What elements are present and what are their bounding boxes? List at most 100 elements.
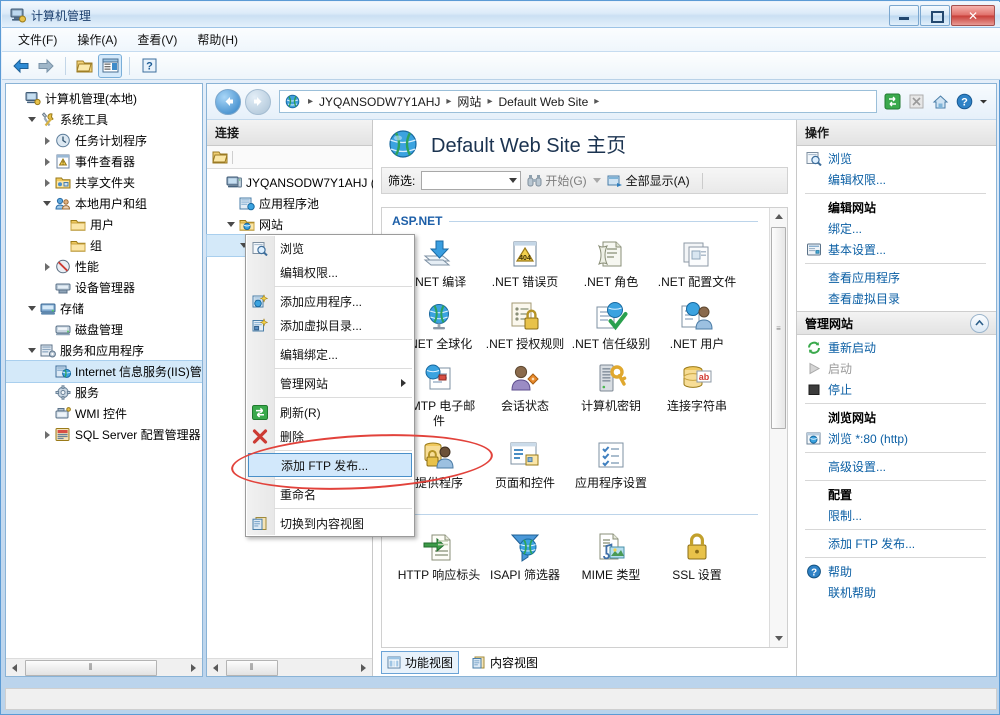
breadcrumb[interactable]: ▸ JYQANSODW7Y1AHJ ▸ 网站 ▸ Default Web Sit… [279,90,877,113]
console-tree-item[interactable]: 存储 [6,298,202,319]
action-item[interactable]: 基本设置... [797,239,996,260]
expand-arrow-icon[interactable] [40,151,54,172]
feature-tile[interactable]: ISAPI 筛选器 [482,525,568,587]
action-item[interactable]: 重新启动 [797,337,996,358]
show-all-button[interactable]: 全部显示(A) [607,172,690,189]
menu-view[interactable]: 查看(V) [127,28,187,51]
menu-action[interactable]: 操作(A) [67,28,127,51]
console-tree-item[interactable]: WMI 控件 [6,403,202,424]
expand-arrow-icon[interactable] [40,256,54,277]
context-menu-item[interactable]: 编辑绑定... [246,342,414,366]
context-menu-item[interactable]: 切换到内容视图 [246,511,414,535]
console-tree-item[interactable]: 用户 [6,214,202,235]
feature-tile[interactable]: 计算机密钥 [568,356,654,433]
minimize-button[interactable] [889,5,919,26]
feature-tile[interactable]: 会话状态 [482,356,568,433]
feature-tile[interactable]: .NET 用户 [654,294,740,356]
back-button[interactable] [215,88,241,115]
action-item[interactable]: 浏览 [797,148,996,169]
feature-tile[interactable]: MIME 类型 [568,525,654,587]
feature-tile[interactable]: .NET 角色 [568,232,654,294]
properties-icon[interactable] [74,55,96,77]
connections-tree-item[interactable]: 网站 [207,214,372,235]
connections-tree-item[interactable]: JYQANSODW7Y1AHJ (JY [207,172,389,193]
console-tree-item[interactable]: 本地用户和组 [6,193,202,214]
expand-arrow-icon[interactable] [40,424,54,445]
filter-input[interactable] [421,171,522,190]
maximize-button[interactable] [920,5,950,26]
action-item[interactable]: 浏览 *:80 (http) [797,428,996,449]
context-menu-item[interactable]: 添加 FTP 发布... [248,453,412,477]
close-button[interactable]: ✕ [951,5,995,26]
console-tree-hscrollbar[interactable]: ⦀ [6,658,202,676]
context-menu-item[interactable]: 刷新(R) [246,400,414,424]
feature-tile[interactable]: ab 连接字符串 [654,356,740,433]
console-tree-item[interactable]: 磁盘管理 [6,319,202,340]
console-tree-item[interactable]: 性能 [6,256,202,277]
collapse-arrow-icon[interactable] [25,340,39,361]
collapse-arrow-icon[interactable] [40,193,54,214]
menu-help[interactable]: 帮助(H) [187,28,248,51]
action-item[interactable]: 编辑权限... [797,169,996,190]
feature-tile[interactable]: SSL 设置 [654,525,740,587]
stop-icon[interactable] [907,92,926,111]
console-tree-item[interactable]: 服务 [6,382,202,403]
context-menu-item[interactable]: 添加虚拟目录... [246,313,414,337]
chevron-up-icon[interactable] [970,313,989,333]
action-item[interactable]: 高级设置... [797,456,996,477]
scroll-right-icon[interactable] [185,660,202,675]
action-item[interactable]: 添加 FTP 发布... [797,533,996,554]
scroll-right-icon[interactable] [355,660,372,675]
back-icon[interactable] [10,55,32,77]
context-menu-item[interactable]: 重命名 [246,482,414,506]
context-menu-item[interactable]: 添加应用程序... [246,289,414,313]
feature-tile[interactable]: 页面和控件 [482,433,568,495]
connections-hscrollbar[interactable]: ⦀ [207,658,372,676]
context-menu-item[interactable]: 删除 [246,424,414,448]
scroll-up-icon[interactable] [770,208,787,225]
show-hide-console-tree-icon[interactable] [98,53,122,78]
refresh-icon[interactable] [883,92,902,111]
console-tree-item[interactable]: Internet 信息服务(IIS)管 [6,360,202,383]
breadcrumb-sites[interactable]: 网站 [455,93,483,110]
breadcrumb-site[interactable]: Default Web Site [496,95,590,109]
home-icon[interactable] [931,92,950,111]
console-tree-item[interactable]: 事件查看器 [6,151,202,172]
hscroll-thumb[interactable]: ⦀ [226,659,278,676]
action-item[interactable]: 限制... [797,505,996,526]
hscroll-thumb[interactable]: ⦀ [25,659,157,676]
collapse-arrow-icon[interactable] [25,109,39,130]
tab-content-view[interactable]: 内容视图 [467,652,543,673]
connect-icon[interactable] [212,150,228,165]
menu-file[interactable]: 文件(F) [8,28,67,51]
features-vscrollbar[interactable]: ≡ [769,208,787,647]
forward-button[interactable] [245,88,271,115]
scroll-left-icon[interactable] [207,660,224,675]
console-tree-item[interactable]: 共享文件夹 [6,172,202,193]
context-menu-item[interactable]: 浏览 [246,236,414,260]
action-item[interactable]: 联机帮助 [797,582,996,603]
expand-arrow-icon[interactable] [40,130,54,151]
console-tree-item[interactable]: 系统工具 [6,109,202,130]
filter-go-button[interactable]: 开始(G) [527,172,587,189]
vscroll-thumb[interactable]: ≡ [771,227,786,429]
connections-tree-item[interactable]: 应用程序池 [207,193,372,214]
context-menu-item[interactable]: 编辑权限... [246,260,414,284]
scroll-down-icon[interactable] [770,630,787,647]
tab-features-view[interactable]: 功能视图 [381,650,460,674]
action-item[interactable]: 停止 [797,379,996,400]
collapse-arrow-icon[interactable] [25,298,39,319]
filter-go-dropdown-icon[interactable] [592,178,601,183]
help-icon[interactable]: ? [955,92,974,111]
console-tree-item[interactable]: 组 [6,235,202,256]
console-tree-item[interactable]: 设备管理器 [6,277,202,298]
feature-tile[interactable]: 应用程序设置 [568,433,654,495]
feature-tile[interactable]: .NET 信任级别 [568,294,654,356]
action-item[interactable]: 绑定... [797,218,996,239]
feature-tile[interactable]: .NET 配置文件 [654,232,740,294]
action-item[interactable]: 查看虚拟目录 [797,288,996,309]
scroll-left-icon[interactable] [6,660,23,675]
expand-arrow-icon[interactable] [40,172,54,193]
action-item[interactable]: ? 帮助 [797,561,996,582]
console-tree-item[interactable]: 计算机管理(本地) [6,88,202,109]
